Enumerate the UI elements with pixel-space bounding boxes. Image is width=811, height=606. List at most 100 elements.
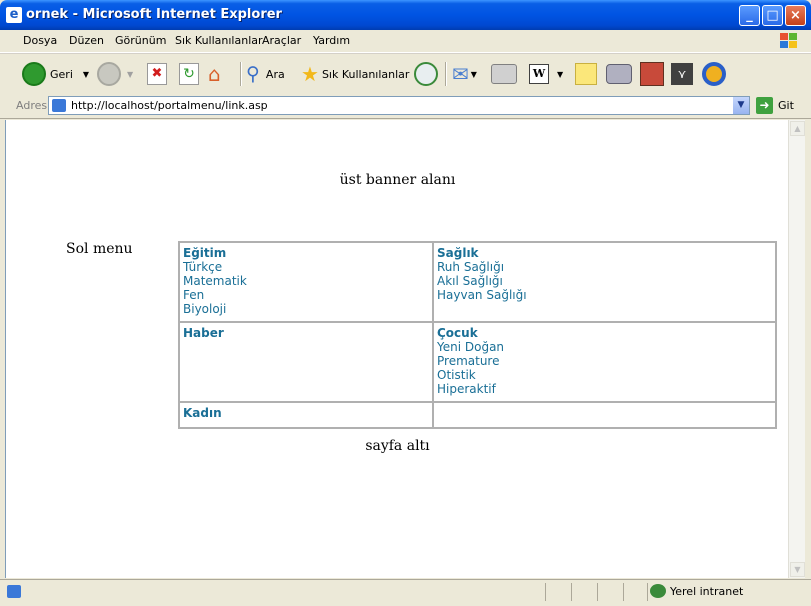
back-dropdown-icon[interactable]: ▼ <box>83 70 89 79</box>
category-saglik[interactable]: Sağlık <box>437 246 772 260</box>
history-icon <box>414 62 438 86</box>
link-premature[interactable]: Premature <box>437 354 772 368</box>
camera-icon <box>606 64 632 84</box>
tools-button[interactable] <box>702 61 726 87</box>
link-turkce[interactable]: Türkçe <box>183 260 429 274</box>
research-button[interactable] <box>640 61 664 87</box>
search-button[interactable]: ⚲ Ara <box>246 61 285 87</box>
category-cell: Kadın <box>179 402 433 428</box>
category-kadin[interactable]: Kadın <box>183 406 429 420</box>
back-label: Geri <box>50 67 73 81</box>
category-cocuk[interactable]: Çocuk <box>437 326 772 340</box>
go-button[interactable]: ➜ Git <box>756 97 794 114</box>
link-fen[interactable]: Fen <box>183 288 429 302</box>
favorites-label: Sık Kullanılanlar <box>321 67 410 81</box>
category-haber[interactable]: Haber <box>183 326 429 340</box>
close-button[interactable]: × <box>785 5 806 26</box>
status-pane <box>623 583 647 601</box>
link-ruh-sagligi[interactable]: Ruh Sağlığı <box>437 260 772 274</box>
research-icon <box>640 62 664 86</box>
favorites-button[interactable]: ★ Sık Kullanılanlar <box>301 61 409 87</box>
top-banner: üst banner alanı <box>339 172 456 188</box>
mail-dropdown-icon[interactable]: ▼ <box>471 70 477 79</box>
security-zone: Yerel intranet <box>650 584 743 598</box>
page-viewport: üst banner alanı Sol menu Eğitim Türkçe … <box>5 120 788 578</box>
print-button[interactable] <box>491 61 517 87</box>
refresh-button[interactable]: ↻ <box>179 61 199 87</box>
title-bar[interactable]: e ornek - Microsoft Internet Explorer _ … <box>0 0 811 30</box>
history-button[interactable] <box>414 61 438 87</box>
toolbar: Geri ▼ ▼ ✖ ↻ ⌂ ⚲ Ara ★ Sık Kullanılanlar <box>0 53 811 95</box>
search-label: Ara <box>265 67 285 81</box>
scroll-down-icon[interactable]: ▼ <box>790 562 805 577</box>
media-button[interactable]: ⋎ <box>671 61 693 87</box>
forward-arrow-icon <box>97 62 121 86</box>
favorites-star-icon: ★ <box>301 62 319 86</box>
menu-araclar[interactable]: Araçlar <box>262 34 301 47</box>
page-status-icon <box>7 585 21 598</box>
menu-yardim[interactable]: Yardım <box>313 34 350 47</box>
zone-label: Yerel intranet <box>670 584 744 598</box>
stop-button[interactable]: ✖ <box>147 61 167 87</box>
menu-dosya[interactable]: Dosya <box>23 34 57 47</box>
page-icon <box>52 99 66 112</box>
menu-duzen[interactable]: Düzen <box>69 34 104 47</box>
link-hiperaktif[interactable]: Hiperaktif <box>437 382 772 396</box>
back-button[interactable]: Geri ▼ <box>22 61 89 87</box>
go-arrow-icon: ➜ <box>756 97 773 114</box>
scroll-up-icon[interactable]: ▲ <box>790 121 805 136</box>
link-hayvan-sagligi[interactable]: Hayvan Sağlığı <box>437 288 772 302</box>
browser-window: e ornek - Microsoft Internet Explorer _ … <box>0 0 811 606</box>
stop-icon: ✖ <box>147 63 167 85</box>
address-url[interactable]: http://localhost/portalmenu/link.asp <box>71 99 268 112</box>
back-arrow-icon <box>22 62 46 86</box>
page-footer: sayfa altı <box>365 438 430 454</box>
messenger-button[interactable] <box>606 61 632 87</box>
discuss-button[interactable] <box>575 61 597 87</box>
empty-cell <box>433 402 776 428</box>
home-button[interactable]: ⌂ <box>208 61 221 87</box>
category-cell: Haber <box>179 322 433 402</box>
link-akil-sagligi[interactable]: Akıl Sağlığı <box>437 274 772 288</box>
menu-gorunum[interactable]: Görünüm <box>115 34 166 47</box>
edit-dropdown-icon[interactable]: ▼ <box>557 70 563 79</box>
minimize-button[interactable]: _ <box>739 5 760 26</box>
refresh-icon: ↻ <box>179 63 199 85</box>
link-yeni-dogan[interactable]: Yeni Doğan <box>437 340 772 354</box>
edit-button[interactable]: W ▼ <box>529 61 563 87</box>
link-otistik[interactable]: Otistik <box>437 368 772 382</box>
category-cell: Sağlık Ruh Sağlığı Akıl Sağlığı Hayvan S… <box>433 242 776 322</box>
link-matematik[interactable]: Matematik <box>183 274 429 288</box>
toolbar-separator <box>445 62 447 86</box>
menu-sik-kullanilanlar[interactable]: Sık Kullanılanlar <box>175 34 263 47</box>
maximize-button[interactable]: □ <box>762 5 783 26</box>
menu-bar: Dosya Düzen Görünüm Sık Kullanılanlar Ar… <box>0 30 811 53</box>
chevron-down-icon: ⋎ <box>671 63 693 85</box>
address-input[interactable]: http://localhost/portalmenu/link.asp ▼ <box>48 96 750 115</box>
ie-icon: e <box>6 7 22 23</box>
toolbar-separator <box>240 62 242 86</box>
address-dropdown-icon[interactable]: ▼ <box>732 97 749 114</box>
window-title: ornek - Microsoft Internet Explorer <box>26 7 282 22</box>
print-icon <box>491 64 517 84</box>
mail-icon: ✉ <box>452 62 469 86</box>
home-icon: ⌂ <box>208 62 221 86</box>
intranet-globe-icon <box>650 584 666 598</box>
category-egitim[interactable]: Eğitim <box>183 246 429 260</box>
vertical-scrollbar[interactable]: ▲ ▼ <box>788 120 805 578</box>
link-biyoloji[interactable]: Biyoloji <box>183 302 429 316</box>
search-icon: ⚲ <box>246 63 260 85</box>
address-bar: Adres http://localhost/portalmenu/link.a… <box>0 94 811 119</box>
word-edit-icon: W <box>529 64 549 84</box>
go-label: Git <box>778 99 794 112</box>
mail-button[interactable]: ✉ ▼ <box>452 61 477 87</box>
status-pane <box>545 583 571 601</box>
status-pane <box>571 583 597 601</box>
category-cell: Eğitim Türkçe Matematik Fen Biyoloji <box>179 242 433 322</box>
portal-link-table: Eğitim Türkçe Matematik Fen Biyoloji Sağ… <box>178 241 777 429</box>
left-menu: Sol menu <box>66 241 133 257</box>
windows-logo-icon <box>780 33 797 48</box>
settings-gear-icon <box>702 62 726 86</box>
forward-button[interactable]: ▼ <box>97 61 133 87</box>
category-cell: Çocuk Yeni Doğan Premature Otistik Hiper… <box>433 322 776 402</box>
